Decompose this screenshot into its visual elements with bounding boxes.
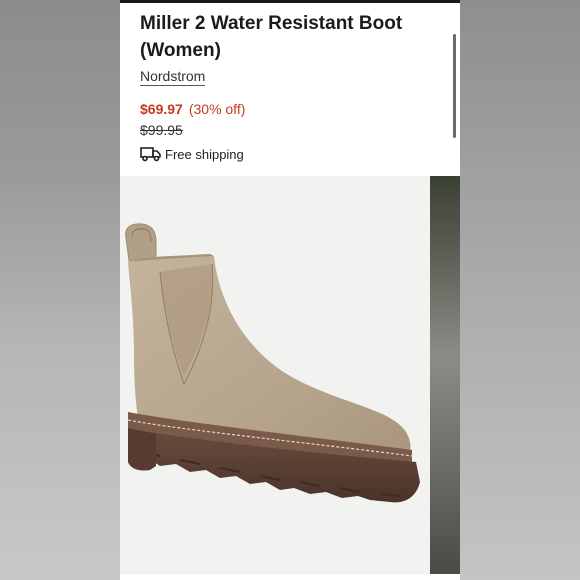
shipping-info: Free shipping <box>140 146 244 162</box>
product-title: Miller 2 Water Resistant Boot (Women) <box>140 13 403 61</box>
background-left-blur <box>0 0 120 580</box>
next-photo-peek[interactable] <box>430 176 460 574</box>
boot-image <box>125 223 420 503</box>
shipping-label: Free shipping <box>165 146 244 162</box>
scrollbar[interactable] <box>453 34 456 138</box>
product-screen: Miller 2 Water Resistant Boot (Women) No… <box>120 0 460 580</box>
truck-icon <box>140 147 161 162</box>
top-bar <box>120 0 460 3</box>
sale-price: $69.97 <box>140 101 183 117</box>
bottom-strip <box>120 574 460 580</box>
image-gallery[interactable] <box>120 176 460 574</box>
price-row: $69.97 (30% off) <box>140 101 245 117</box>
background-right-blur <box>460 0 580 580</box>
original-price: $99.95 <box>140 122 183 138</box>
discount-label: (30% off) <box>188 101 246 117</box>
seller-link[interactable]: Nordstrom <box>140 68 206 86</box>
product-photo[interactable] <box>120 176 430 574</box>
